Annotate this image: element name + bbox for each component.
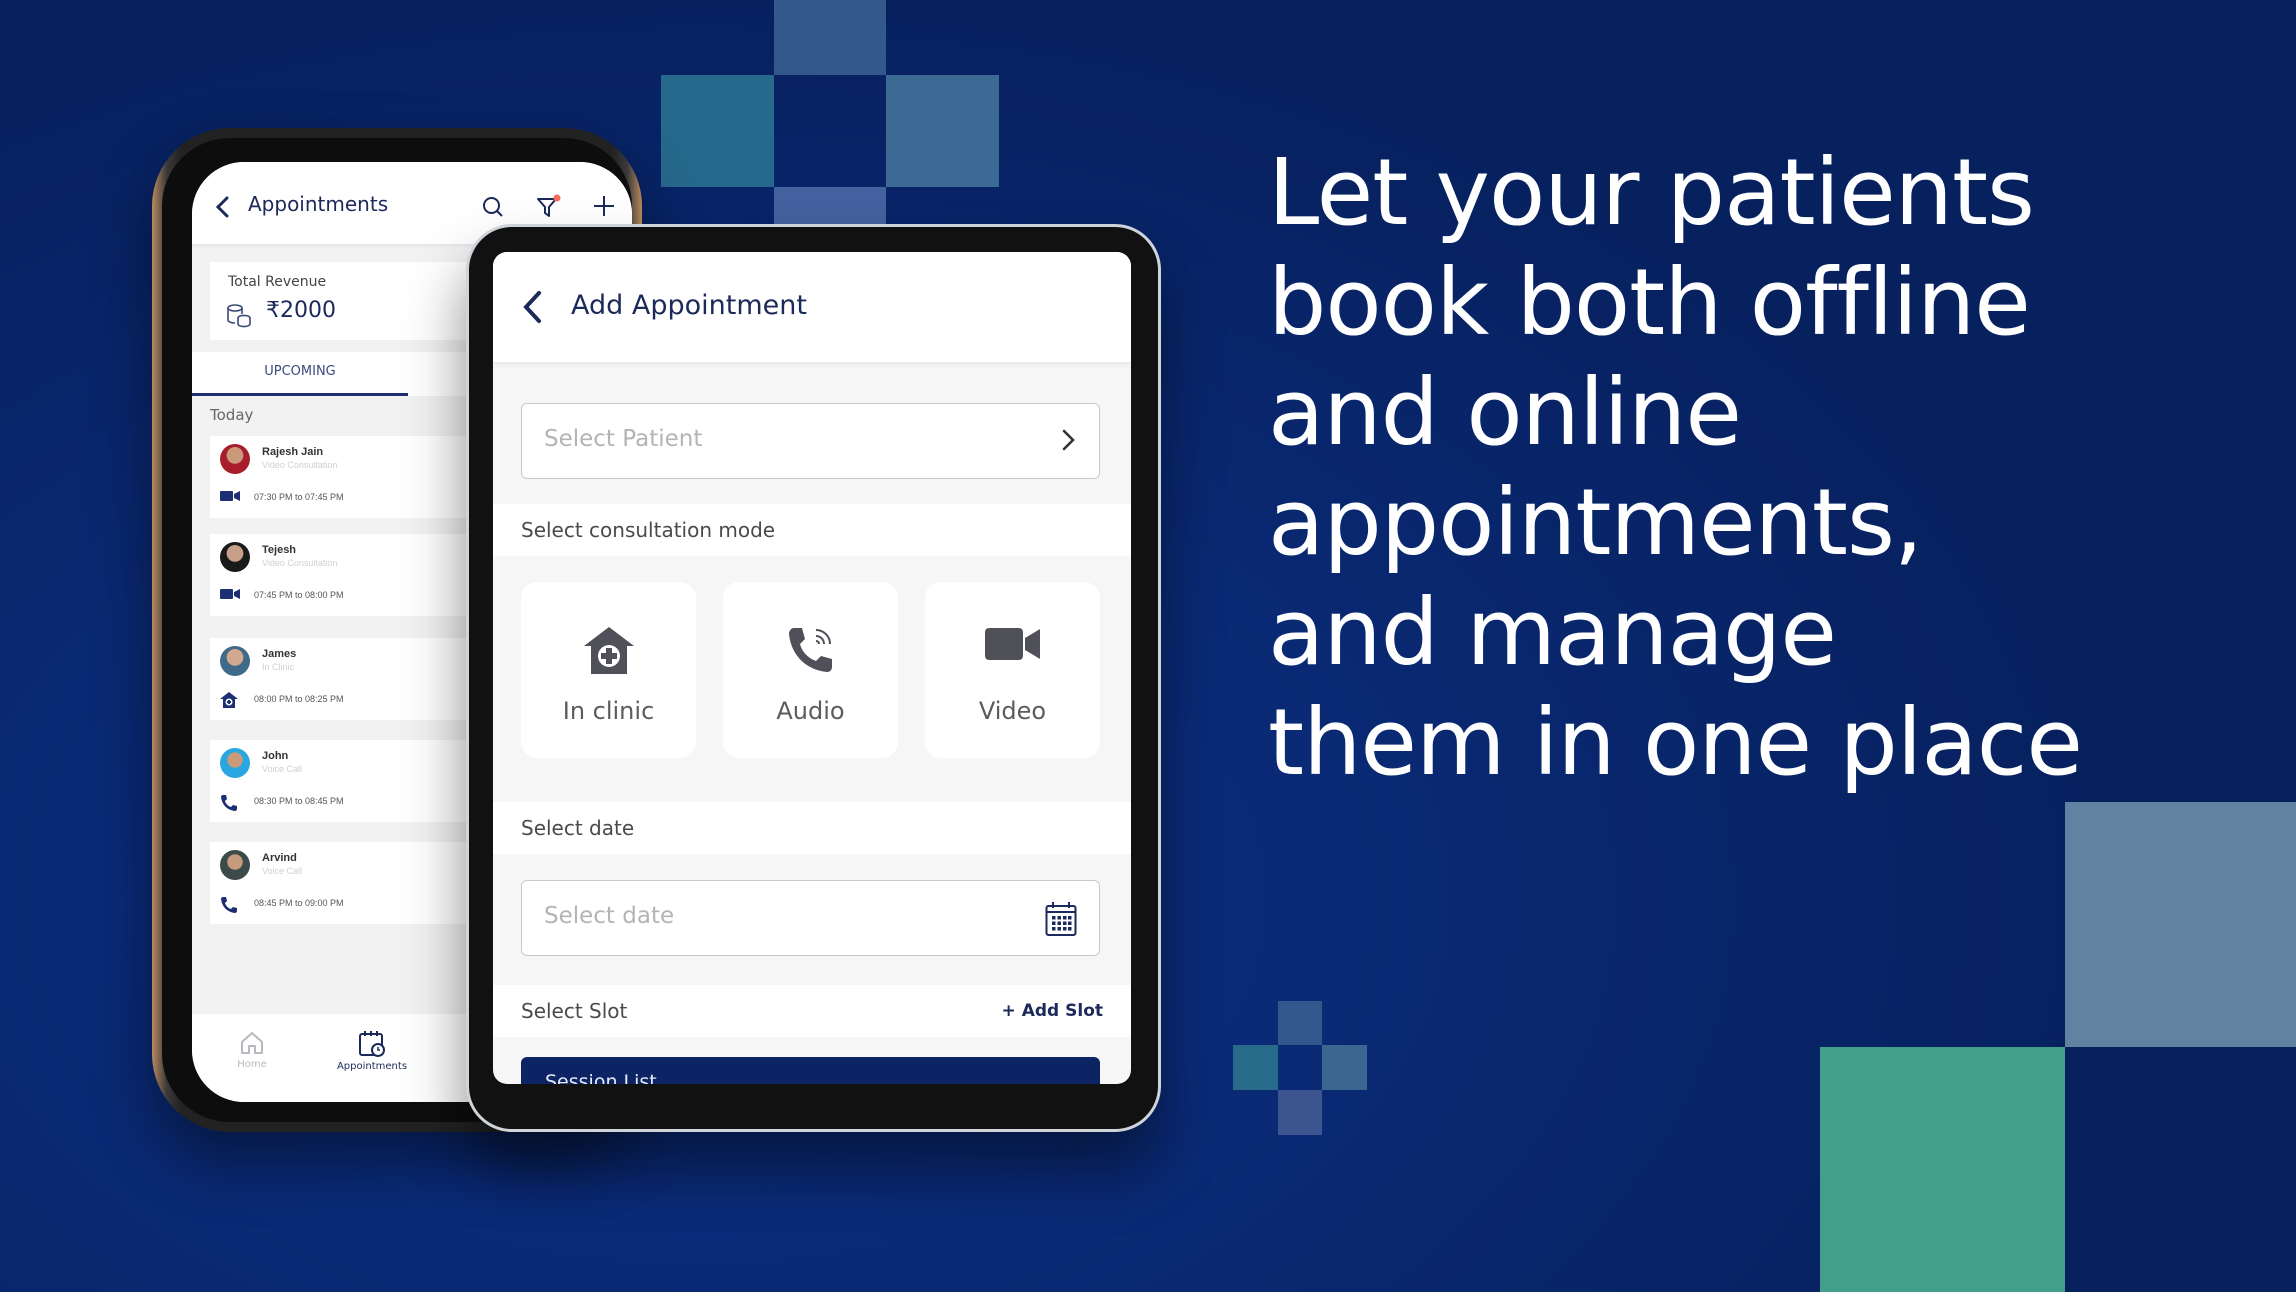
video-icon <box>220 491 240 501</box>
video-camera-icon <box>984 628 1040 660</box>
revenue-value: ₹2000 <box>266 298 336 323</box>
appointment-time: 08:45 PM to 09:00 PM <box>254 898 344 908</box>
appointment-time: 07:30 PM to 07:45 PM <box>254 492 344 502</box>
session-list-bar[interactable]: Session List <box>521 1057 1100 1084</box>
page-title: Add Appointment <box>571 290 807 321</box>
avatar <box>220 646 250 676</box>
select-slot-label: Select Slot <box>521 999 628 1023</box>
clinic-icon <box>583 627 634 674</box>
headline-line: them in one place <box>1268 689 2083 796</box>
select-date-label: Select date <box>521 816 635 840</box>
appointment-time: 08:00 PM to 08:25 PM <box>254 694 344 704</box>
avatar <box>220 444 250 474</box>
plus-icon[interactable] <box>592 194 616 218</box>
session-list-label: Session List <box>545 1071 657 1084</box>
avatar <box>220 850 250 880</box>
phone-call-icon <box>788 628 832 672</box>
avatar <box>220 748 250 778</box>
consultation-mode: Voice Call <box>262 866 303 876</box>
date-section: Select date <box>493 802 1131 854</box>
nav-label: Appointments <box>336 1061 408 1072</box>
patient-name: Tejesh <box>262 544 297 556</box>
select-patient-field[interactable]: Select Patient <box>521 403 1100 479</box>
patient-name: Rajesh Jain <box>262 446 324 458</box>
back-icon[interactable] <box>214 196 230 218</box>
headline-line: Let your patients <box>1268 139 2035 246</box>
nav-appointments[interactable]: Appointments <box>312 1030 432 1072</box>
calendar-icon[interactable] <box>1045 901 1077 937</box>
decor-square <box>2065 802 2296 1047</box>
mode-label: Audio <box>776 697 845 725</box>
filter-icon[interactable] <box>536 194 562 220</box>
decor-square <box>1278 1090 1322 1135</box>
consultation-mode: In Clinic <box>262 662 295 672</box>
patient-name: John <box>262 750 289 762</box>
video-icon <box>220 589 240 599</box>
phone-icon <box>221 897 237 913</box>
tablet-mockup: Add Appointment Select Patient Select co… <box>466 224 1161 1132</box>
decor-square <box>661 75 774 187</box>
revenue-label: Total Revenue <box>228 274 327 290</box>
headline: Let your patients book both offline and … <box>1268 138 2268 798</box>
add-slot-button[interactable]: + Add Slot <box>1002 1001 1103 1021</box>
patient-name: Arvind <box>262 852 297 864</box>
mode-in-clinic[interactable]: In clinic <box>521 582 696 758</box>
appointment-time: 07:45 PM to 08:00 PM <box>254 590 344 600</box>
coins-icon <box>227 304 251 328</box>
consultation-mode: Video Consultation <box>262 460 338 470</box>
decor-square <box>1233 1045 1278 1090</box>
page-title: Appointments <box>248 192 389 216</box>
consultation-mode-section: Select consultation mode <box>493 504 1131 556</box>
filter-badge <box>553 194 561 202</box>
mode-video[interactable]: Video <box>925 582 1100 758</box>
mode-audio[interactable]: Audio <box>723 582 898 758</box>
home-icon <box>241 1032 263 1054</box>
headline-line: book both offline <box>1268 249 2031 356</box>
avatar <box>220 542 250 572</box>
appointment-time: 08:30 PM to 08:45 PM <box>254 796 344 806</box>
patient-name: James <box>262 648 297 660</box>
clinic-icon <box>220 692 238 708</box>
decor-square <box>774 0 886 75</box>
section-today: Today <box>210 406 254 424</box>
select-patient-placeholder: Select Patient <box>544 426 703 452</box>
decor-square <box>774 187 886 227</box>
nav-home[interactable]: Home <box>222 1030 282 1070</box>
headline-line: and online <box>1268 359 1742 466</box>
search-icon[interactable] <box>482 196 504 218</box>
tab-upcoming[interactable]: UPCOMING <box>192 352 408 396</box>
add-appointment-header: Add Appointment <box>493 252 1131 362</box>
nav-label: Home <box>237 1059 267 1070</box>
tablet-screen: Add Appointment Select Patient Select co… <box>493 252 1131 1084</box>
chevron-right-icon <box>1062 429 1075 451</box>
slot-section: Select Slot + Add Slot <box>493 985 1131 1037</box>
select-date-placeholder: Select date <box>544 903 675 929</box>
decor-square <box>1322 1045 1367 1090</box>
phone-icon <box>221 795 237 811</box>
headline-line: appointments, <box>1268 469 1923 576</box>
consultation-mode-label: Select consultation mode <box>521 518 776 542</box>
decor-square <box>1820 1047 2065 1292</box>
mode-label: Video <box>978 697 1047 725</box>
decor-square <box>886 75 999 187</box>
consultation-mode: Video Consultation <box>262 558 338 568</box>
consultation-mode: Voice Call <box>262 764 303 774</box>
headline-line: and manage <box>1268 579 1837 686</box>
calendar-clock-icon <box>359 1031 385 1057</box>
select-date-field[interactable]: Select date <box>521 880 1100 956</box>
back-icon[interactable] <box>521 290 543 324</box>
decor-square <box>1278 1001 1322 1045</box>
mode-label: In clinic <box>562 697 655 725</box>
